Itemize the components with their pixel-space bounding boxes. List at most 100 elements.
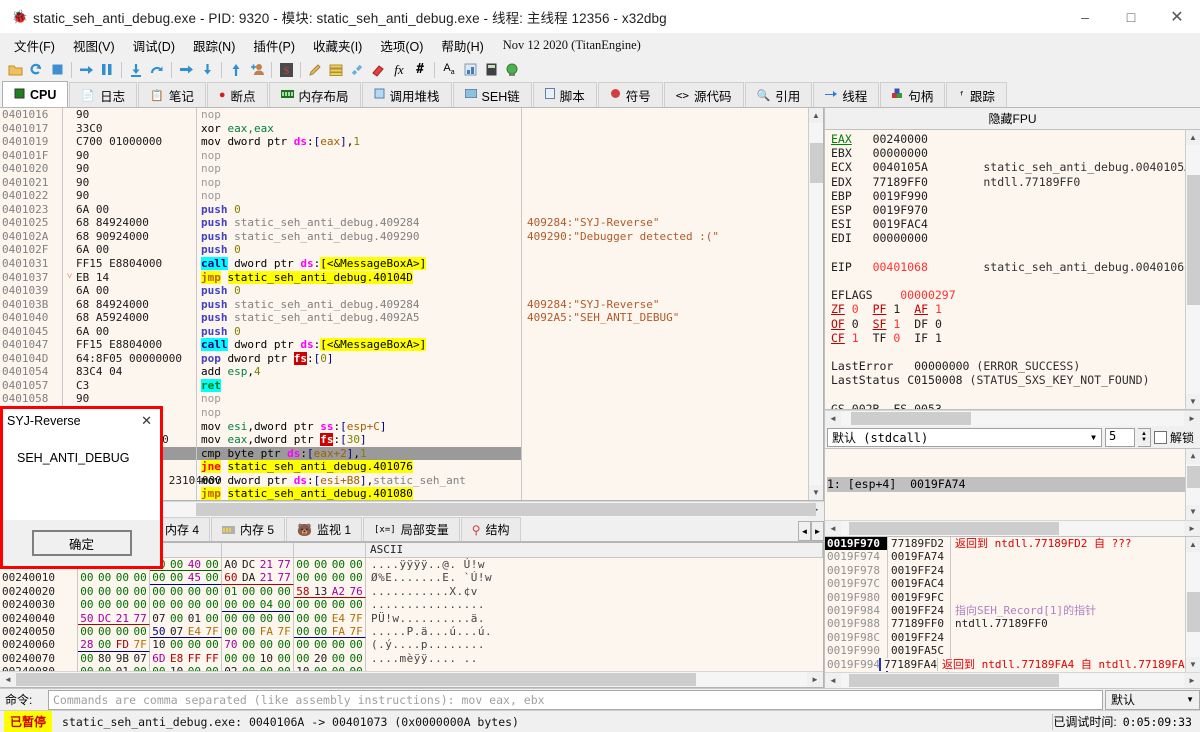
flag-name[interactable]: PF — [873, 302, 887, 316]
scroll-track[interactable] — [809, 123, 824, 485]
menu-debug[interactable]: 调试(D) — [124, 34, 184, 57]
disasm-row[interactable]: 040102090nop — [0, 162, 808, 176]
scroll-up-icon[interactable]: ▲ — [1186, 130, 1200, 145]
scroll-down-icon[interactable]: ▼ — [1186, 657, 1200, 672]
bottom-tab-struct[interactable]: ⚲ 结构 — [461, 517, 521, 541]
scroll-left-icon[interactable]: ◄ — [825, 411, 841, 426]
segment-row[interactable]: GS 002B — [831, 402, 879, 409]
scroll-down-icon[interactable]: ▼ — [1186, 394, 1200, 409]
scroll-track[interactable] — [841, 411, 1184, 426]
reg-name[interactable]: EDI — [831, 231, 852, 245]
disasm-row[interactable]: 040102290nop — [0, 189, 808, 203]
bottom-tab-memory-5[interactable]: 内存 5 — [211, 517, 285, 541]
flag-value[interactable]: 0 — [935, 317, 942, 331]
flag-value[interactable]: 0 — [852, 317, 859, 331]
arg-count-stepper[interactable]: ▲▼ — [1138, 428, 1151, 447]
tab-trace[interactable]: ᶠ 跟踪 — [946, 82, 1007, 107]
dump-row[interactable]: 00240030 00000000 00000000 00000400 0000… — [0, 598, 823, 611]
flag-name[interactable]: CF — [831, 331, 845, 345]
disasm-row[interactable]: 040103B68 84924000push static_seh_anti_d… — [0, 298, 808, 312]
dump-rows[interactable]: 00240000 FFFFFFFF 00004000 A0DC2177 0000… — [0, 558, 823, 671]
dump-hscrollbar[interactable]: ◄ ► — [0, 671, 823, 687]
disasm-row[interactable]: 0401037˅EB 14jmp static_seh_anti_debug.4… — [0, 271, 808, 285]
disasm-row[interactable]: 040101F90nop — [0, 149, 808, 163]
stack-row[interactable]: 0019F98877189FF0ntdll.77189FF0 — [825, 617, 1185, 630]
disasm-row[interactable]: 040102190nop — [0, 176, 808, 190]
disasm-row[interactable]: 040102F6A 00push 0 — [0, 243, 808, 257]
scroll-track[interactable] — [16, 672, 807, 687]
reg-name[interactable]: ECX — [831, 160, 852, 174]
reg-name[interactable]: EDX — [831, 175, 852, 189]
flag-name[interactable]: AF — [914, 302, 928, 316]
eflags-name[interactable]: EFLAGS — [831, 288, 873, 302]
registers-vscrollbar[interactable]: ▲ ▼ — [1185, 130, 1200, 409]
stack-row[interactable]: 0019F99477189FA4返回到 ntdll.77189FA4 自 ntd… — [825, 658, 1185, 671]
stack-row[interactable]: 0019F9800019F9FC — [825, 591, 1185, 604]
restart-icon[interactable] — [26, 60, 46, 80]
tab-breakpoints[interactable]: ● 断点 — [207, 82, 268, 107]
tab-script[interactable]: 脚本 — [533, 82, 597, 107]
attach-icon[interactable] — [247, 60, 267, 80]
tab-references[interactable]: 🔍 引用 — [745, 82, 813, 107]
scroll-right-icon[interactable]: ► — [1184, 411, 1200, 426]
stack-row[interactable]: 0019F97C0019FAC4 — [825, 577, 1185, 590]
scroll-thumb[interactable] — [16, 673, 696, 686]
bottom-tab-locals[interactable]: [x=] 局部变量 — [363, 517, 460, 541]
tab-log[interactable]: 📄 日志 — [69, 82, 137, 107]
unlock-checkbox[interactable] — [1154, 431, 1167, 444]
tab-notes[interactable]: 📋 笔记 — [138, 82, 206, 107]
dump-row[interactable]: 00240060 2800FD7F 10000000 70000000 0000… — [0, 638, 823, 651]
stack-row[interactable]: 0019F9900019FA5C — [825, 644, 1185, 657]
menu-options[interactable]: 选项(O) — [371, 34, 432, 57]
disasm-row[interactable]: 04010456A 00push 0 — [0, 325, 808, 339]
disasm-row[interactable]: 040105890nop — [0, 392, 808, 406]
run-icon[interactable] — [76, 60, 96, 80]
disasm-row[interactable]: 040105483C4 04add esp,4 — [0, 365, 808, 379]
last-error-value[interactable]: 00000000 — [914, 359, 969, 373]
stop-icon[interactable] — [47, 60, 67, 80]
scroll-right-icon[interactable]: ► — [807, 672, 823, 687]
tab-handles[interactable]: 句柄 — [880, 82, 945, 107]
disasm-row[interactable]: 0401047FF15 E8804000call dword ptr ds:[<… — [0, 338, 808, 352]
globe-icon[interactable] — [502, 60, 522, 80]
reg-value[interactable]: 00401068 — [873, 260, 928, 274]
reg-value[interactable]: 00000000 — [873, 231, 928, 245]
menu-view[interactable]: 视图(V) — [64, 34, 124, 57]
registers-list[interactable]: EAX 00240000 EBX 00000000 ECX 0040105A s… — [825, 130, 1185, 409]
argument-row[interactable]: 1: [esp+4] 0019FA74 — [827, 477, 1185, 491]
tab-seh[interactable]: SEH链 — [453, 82, 532, 107]
flag-value[interactable]: 1 — [852, 331, 859, 345]
tab-threads[interactable]: 线程 — [813, 82, 879, 107]
font-icon[interactable]: Aa — [439, 60, 459, 80]
reg-name[interactable]: EBP — [831, 189, 852, 203]
scroll-track[interactable] — [841, 673, 1184, 688]
scroll-up-icon[interactable]: ▲ — [1186, 449, 1200, 464]
run-to-icon[interactable] — [176, 60, 196, 80]
menu-file[interactable]: 文件(F) — [5, 34, 64, 57]
scroll-down-icon[interactable]: ▼ — [809, 485, 824, 500]
tab-scroll-right-icon[interactable]: ► — [811, 521, 824, 541]
flag-name[interactable]: IF — [914, 331, 928, 345]
tab-cpu[interactable]: CPU — [2, 81, 68, 107]
flag-value[interactable]: 0 — [893, 331, 900, 345]
disasm-row[interactable]: 040102568 84924000push static_seh_anti_d… — [0, 216, 808, 230]
minimize-button[interactable]: – — [1062, 0, 1108, 33]
fpu-toggle-button[interactable]: 隐藏FPU — [825, 108, 1200, 130]
graph-icon[interactable] — [460, 60, 480, 80]
scylla-icon[interactable]: S — [276, 60, 296, 80]
flag-value[interactable]: 1 — [893, 302, 900, 316]
trace-into-icon[interactable] — [226, 60, 246, 80]
scroll-track[interactable] — [1186, 145, 1200, 394]
eraser-icon[interactable] — [368, 60, 388, 80]
patch-icon[interactable] — [347, 60, 367, 80]
flag-value[interactable]: 1 — [893, 317, 900, 331]
arguments-list[interactable]: 1: [esp+4] 0019FA74 2: [esp+8] 0019FF24 … — [825, 449, 1200, 520]
scroll-left-icon[interactable]: ◄ — [0, 672, 16, 687]
pencil-icon[interactable] — [305, 60, 325, 80]
stack-vscrollbar[interactable]: ▲ ▼ — [1185, 537, 1200, 672]
flag-value[interactable]: 1 — [935, 302, 942, 316]
stack-row[interactable]: 0019F97077189FD2返回到 ntdll.77189FD2 自 ??? — [825, 537, 1185, 550]
reg-value[interactable]: 77189FF0 — [873, 175, 928, 189]
flag-name[interactable]: SF — [873, 317, 887, 331]
scroll-thumb[interactable] — [196, 503, 816, 516]
